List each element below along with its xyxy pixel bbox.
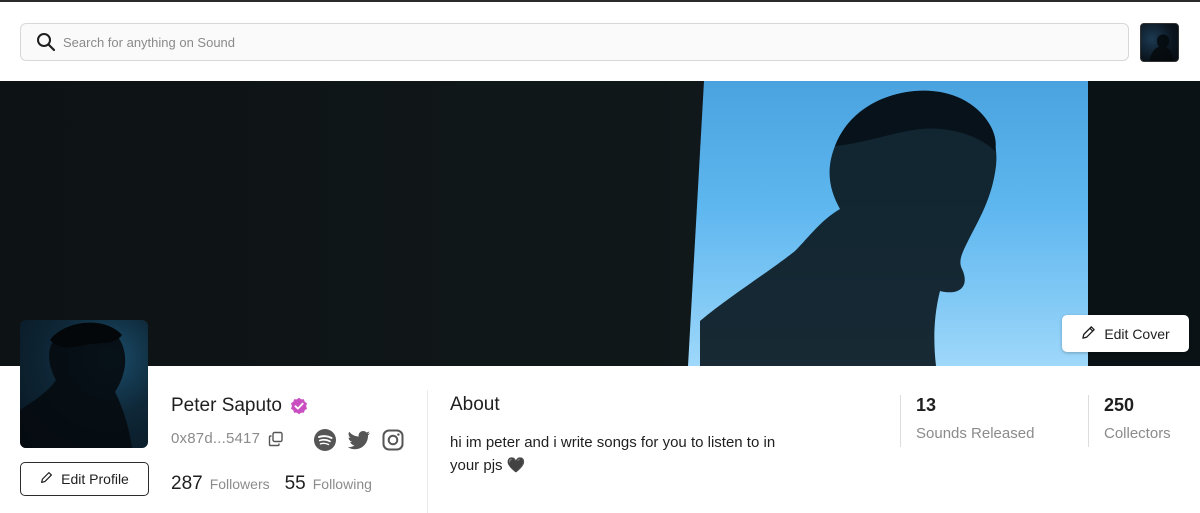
sounds-released-label: Sounds Released — [916, 425, 1035, 442]
search-input[interactable] — [63, 24, 1113, 60]
pencil-icon — [1081, 325, 1096, 343]
twitter-icon[interactable] — [347, 428, 371, 452]
profile-name: Peter Saputo — [171, 395, 282, 416]
wallet-address: 0x87d...5417 — [171, 430, 261, 447]
verified-badge-icon — [290, 397, 308, 415]
copy-icon[interactable] — [268, 431, 284, 447]
sounds-released-count: 13 — [916, 395, 937, 415]
spotify-icon[interactable] — [313, 428, 337, 452]
following-group[interactable]: 55 Following — [285, 473, 372, 495]
about-heading: About — [450, 394, 500, 415]
wallet-address-row: 0x87d...5417 — [171, 430, 284, 447]
pencil-icon — [40, 471, 53, 487]
edit-cover-label: Edit Cover — [1104, 325, 1170, 342]
stat-divider — [1088, 395, 1089, 447]
profile-name-row: Peter Saputo — [171, 395, 308, 417]
profile-avatar — [20, 320, 148, 448]
edit-profile-button[interactable]: Edit Profile — [20, 462, 149, 496]
followers-count[interactable]: 287 — [171, 473, 203, 495]
following-label[interactable]: Following — [313, 476, 372, 492]
stat-divider — [900, 395, 901, 447]
follow-stats: 287 Followers 55 Following — [171, 473, 372, 495]
instagram-icon[interactable] — [381, 428, 405, 452]
edit-profile-label: Edit Profile — [61, 471, 129, 487]
followers-label[interactable]: Followers — [210, 476, 270, 492]
about-text: hi im peter and i write songs for you to… — [450, 434, 776, 474]
section-divider — [427, 390, 428, 513]
cover-silhouette — [700, 90, 997, 366]
user-avatar[interactable] — [1140, 23, 1179, 62]
following-count[interactable]: 55 — [285, 473, 306, 495]
search-bar[interactable] — [20, 23, 1129, 61]
cover-image: Edit Cover — [0, 81, 1200, 366]
edit-cover-button[interactable]: Edit Cover — [1062, 315, 1189, 352]
collectors-label: Collectors — [1104, 425, 1171, 442]
collectors-count: 250 — [1104, 395, 1135, 415]
search-icon — [36, 32, 56, 52]
header — [0, 2, 1200, 81]
social-links — [313, 428, 405, 452]
